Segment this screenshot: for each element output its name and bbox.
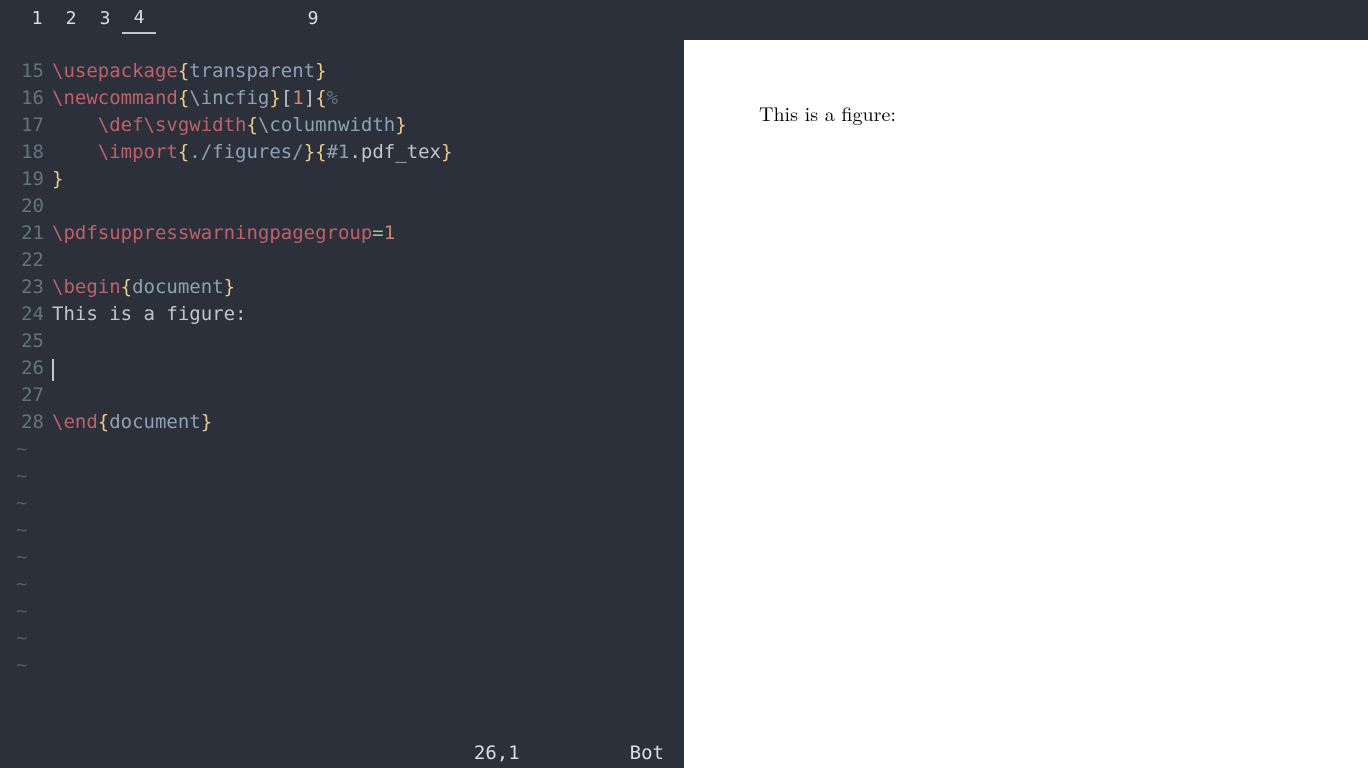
tabline: 1234 9 xyxy=(0,0,684,40)
code-line[interactable]: 28\end{document} xyxy=(0,409,684,436)
empty-line-tilde: ~ xyxy=(0,463,684,490)
preview-topbar xyxy=(684,0,1368,40)
line-number: 20 xyxy=(0,193,52,220)
code-line[interactable]: 21\pdfsuppresswarningpagegroup=1 xyxy=(0,220,684,247)
line-number: 28 xyxy=(0,409,52,436)
code-content[interactable]: \newcommand{\incfig}[1]{% xyxy=(52,85,338,112)
empty-line-tilde: ~ xyxy=(0,571,684,598)
tab-9[interactable]: 9 xyxy=(296,8,330,33)
pdf-preview-page[interactable]: This is a figure: xyxy=(684,40,1368,768)
code-line[interactable]: 26 xyxy=(0,355,684,382)
code-line[interactable]: 17 \def\svgwidth{\columnwidth} xyxy=(0,112,684,139)
text-cursor xyxy=(52,359,54,381)
tab-3[interactable]: 3 xyxy=(88,8,122,33)
empty-line-tilde: ~ xyxy=(0,598,684,625)
tab-4[interactable]: 4 xyxy=(122,7,156,34)
code-line[interactable]: 24This is a figure: xyxy=(0,301,684,328)
line-number: 16 xyxy=(0,85,52,112)
line-number: 15 xyxy=(0,58,52,85)
code-line[interactable]: 16\newcommand{\incfig}[1]{% xyxy=(0,85,684,112)
code-content[interactable]: \pdfsuppresswarningpagegroup=1 xyxy=(52,220,395,247)
code-line[interactable]: 27 xyxy=(0,382,684,409)
status-scroll-indicator: Bot xyxy=(630,742,664,764)
empty-line-tilde: ~ xyxy=(0,652,684,679)
statusline: 26,1 Bot xyxy=(0,738,684,768)
line-number: 27 xyxy=(0,382,52,409)
code-line[interactable]: 23\begin{document} xyxy=(0,274,684,301)
tab-2[interactable]: 2 xyxy=(54,8,88,33)
code-content[interactable]: \begin{document} xyxy=(52,274,235,301)
line-number: 21 xyxy=(0,220,52,247)
code-content[interactable]: This is a figure: xyxy=(52,301,246,328)
code-content[interactable]: \usepackage{transparent} xyxy=(52,58,327,85)
preview-text-content: This is a figure: xyxy=(759,98,896,127)
line-number: 23 xyxy=(0,274,52,301)
line-number: 25 xyxy=(0,328,52,355)
preview-pane: This is a figure: xyxy=(684,0,1368,768)
line-number: 26 xyxy=(0,355,52,382)
line-number: 22 xyxy=(0,247,52,274)
empty-line-tilde: ~ xyxy=(0,490,684,517)
tab-1[interactable]: 1 xyxy=(20,8,54,33)
code-line[interactable]: 18 \import{./figures/}{#1.pdf_tex} xyxy=(0,139,684,166)
empty-line-tilde: ~ xyxy=(0,544,684,571)
editor-pane: 12349 15\usepackage{transparent}16\newco… xyxy=(0,0,684,768)
code-line[interactable]: 19} xyxy=(0,166,684,193)
code-line[interactable]: 22 xyxy=(0,247,684,274)
line-number: 19 xyxy=(0,166,52,193)
code-content[interactable]: \def\svgwidth{\columnwidth} xyxy=(52,112,407,139)
empty-line-tilde: ~ xyxy=(0,436,684,463)
line-number: 17 xyxy=(0,112,52,139)
code-content[interactable]: } xyxy=(52,166,63,193)
code-content[interactable] xyxy=(52,355,54,382)
code-area[interactable]: 15\usepackage{transparent}16\newcommand{… xyxy=(0,40,684,738)
status-cursor-position: 26,1 xyxy=(474,742,520,764)
code-line[interactable]: 25 xyxy=(0,328,684,355)
code-line[interactable]: 15\usepackage{transparent} xyxy=(0,58,684,85)
code-line[interactable]: 20 xyxy=(0,193,684,220)
line-number: 24 xyxy=(0,301,52,328)
code-content[interactable]: \import{./figures/}{#1.pdf_tex} xyxy=(52,139,452,166)
code-content[interactable]: \end{document} xyxy=(52,409,212,436)
line-number: 18 xyxy=(0,139,52,166)
app-container: 12349 15\usepackage{transparent}16\newco… xyxy=(0,0,1368,768)
empty-line-tilde: ~ xyxy=(0,625,684,652)
empty-line-tilde: ~ xyxy=(0,517,684,544)
